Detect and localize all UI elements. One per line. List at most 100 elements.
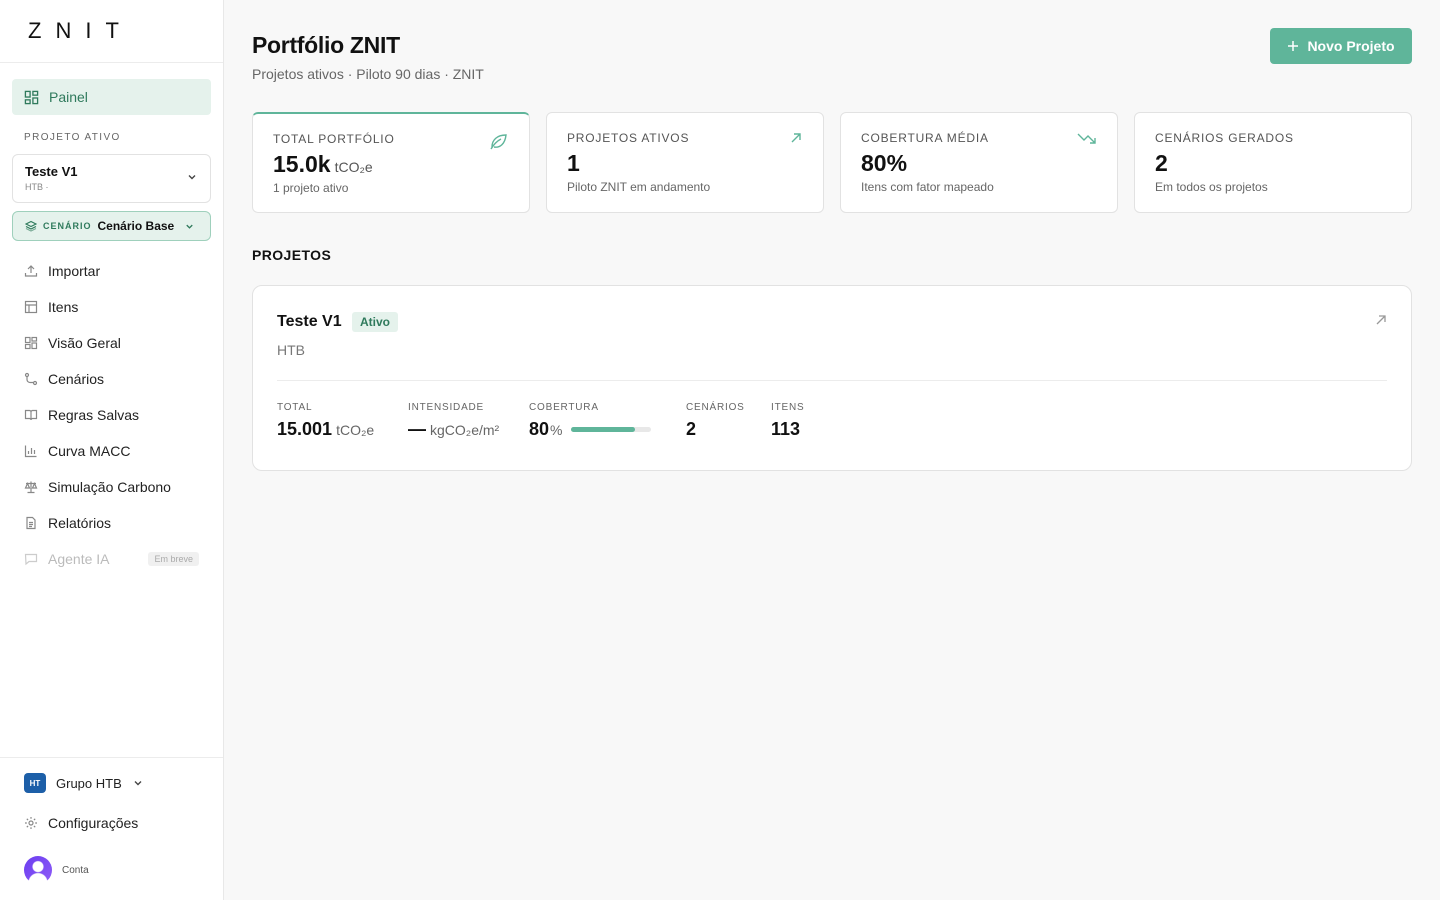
sidebar-item-importar[interactable]: Importar [12,253,211,289]
kpi-sub: Em todos os projetos [1155,180,1268,194]
sidebar-item-regras-salvas[interactable]: Regras Salvas [12,397,211,433]
layers-icon [25,220,37,232]
kpi-value: 15.0k tCO₂e [273,151,373,178]
kpi-value-number: 15.0k [273,151,331,177]
page-title: Portfólio ZNIT [252,32,400,58]
kpi-label: PROJETOS ATIVOS [567,131,690,145]
divider [0,62,223,63]
trending-down-icon [1077,131,1097,145]
metric-unit: % [550,422,563,438]
projects-section-title: PROJETOS [252,247,332,263]
kpi-sub: Itens com fator mapeado [861,180,994,194]
kpi-value: 2 [1155,150,1168,176]
metric-label: ITENS [771,402,805,413]
new-project-label: Novo Projeto [1307,38,1395,54]
project-org: HTB [277,342,305,358]
kpi-card-total-portfolio: TOTAL PORTFÓLIO 15.0k tCO₂e 1 projeto ati… [252,112,530,213]
sidebar-item-label: Importar [48,263,101,279]
org-switcher[interactable]: HT Grupo HTB [24,773,144,793]
kpi-value: 80% [861,150,908,176]
org-logo: HT [24,773,46,793]
metric-items: ITENS 113 [771,402,804,440]
leaf-icon [489,132,509,150]
scenario-selector[interactable]: CENÁRIO Cenário Base [12,211,211,241]
open-project-icon[interactable] [1375,314,1387,326]
project-selector[interactable]: Teste V1 HTB · [12,154,211,203]
sidebar-item-label: Simulação Carbono [48,479,171,495]
metric-scenarios: CENÁRIOS 2 [686,402,745,440]
book-icon [24,408,38,422]
arrow-up-right-icon [789,131,803,145]
kpi-unit: tCO₂e [334,159,373,175]
kpi-card-cenarios-gerados: CENÁRIOS GERADOS 2 Em todos os projetos [1134,112,1412,213]
metric-label: TOTAL [277,402,313,413]
sidebar-item-label: Visão Geral [48,335,121,351]
sidebar-item-label: Regras Salvas [48,407,140,423]
kpi-card-cobertura-media: COBERTURA MÉDIA 80% Itens com fator mape… [840,112,1118,213]
gear-icon [24,816,38,830]
project-selector-sub: HTB · [25,182,49,192]
chevron-down-icon [132,777,144,789]
upload-icon [24,264,38,278]
sidebar-item-label: Curva MACC [48,443,131,459]
chat-icon [24,552,38,566]
metric-value: 80 [529,419,550,439]
kpi-sub: 1 projeto ativo [273,181,349,195]
sidebar-item-label: Cenários [48,371,105,387]
document-icon [24,516,38,530]
scale-icon [24,480,38,494]
chevron-down-icon [186,171,198,183]
nav-item-label: Painel [49,89,88,105]
coming-soon-badge: Em breve [148,552,199,566]
org-name: Grupo HTB [56,775,122,791]
sidebar-item-label: Itens [48,299,79,315]
sidebar-item-label: Agente IA [48,551,110,567]
avatar [24,856,52,884]
metric-value: 15.001 [277,419,333,439]
metric-coverage: COBERTURA 80% [529,402,652,440]
nav-item-painel[interactable]: Painel [12,79,211,115]
sidebar-item-cenarios[interactable]: Cenários [12,361,211,397]
settings-link[interactable]: Configurações [24,815,138,831]
sidebar: ZNIT Painel PROJETO ATIVO Teste V1 HTB ·… [0,0,224,900]
bar-chart-icon [24,444,38,458]
kpi-label: CENÁRIOS GERADOS [1155,131,1294,145]
sidebar-item-visao-geral[interactable]: Visão Geral [12,325,211,361]
sidebar-nav: Importar Itens Visão Geral Cenários Regr… [12,253,211,577]
active-project-label: PROJETO ATIVO [24,132,121,143]
project-name: Teste V1 [277,313,342,330]
plus-icon [1287,40,1299,52]
account-menu[interactable]: Conta [24,856,89,884]
metric-total: TOTAL 15.001 tCO₂e [277,402,374,440]
coverage-progress-fill [571,427,636,432]
sidebar-item-itens[interactable]: Itens [12,289,211,325]
project-card[interactable]: Teste V1 Ativo HTB TOTAL 15.001 tCO₂e INT… [252,285,1412,471]
metric-intensity: INTENSIDADE — kgCO₂e/m² [408,402,499,440]
sidebar-item-label: Relatórios [48,515,112,531]
chevron-down-icon [184,221,195,232]
new-project-button[interactable]: Novo Projeto [1270,28,1412,64]
divider [0,757,223,758]
kpi-card-projetos-ativos: PROJETOS ATIVOS 1 Piloto ZNIT em andamen… [546,112,824,213]
grid-icon [24,336,38,350]
coverage-progress-bar [571,427,652,432]
status-badge: Ativo [352,312,398,332]
sidebar-item-relatorios[interactable]: Relatórios [12,505,211,541]
table-icon [24,300,38,314]
page-subtitle: Projetos ativos · Piloto 90 dias · ZNIT [252,66,484,82]
sidebar-item-agente-ia: Agente IA Em breve [12,541,211,577]
metric-value: — [408,419,426,439]
znit-logo[interactable]: ZNIT [28,20,133,42]
kpi-value: 1 [567,150,580,176]
metric-label: INTENSIDADE [408,402,485,413]
kpi-sub: Piloto ZNIT em andamento [567,180,711,194]
metric-value: 113 [771,419,801,439]
divider [277,380,1387,381]
sidebar-item-curva-macc[interactable]: Curva MACC [12,433,211,469]
branch-icon [24,372,38,386]
sidebar-item-simulacao-carbono[interactable]: Simulação Carbono [12,469,211,505]
scenario-value: Cenário Base [97,219,175,233]
metric-unit: tCO₂e [336,422,375,438]
project-selector-name: Teste V1 [25,164,78,179]
kpi-label: TOTAL PORTFÓLIO [273,132,395,146]
